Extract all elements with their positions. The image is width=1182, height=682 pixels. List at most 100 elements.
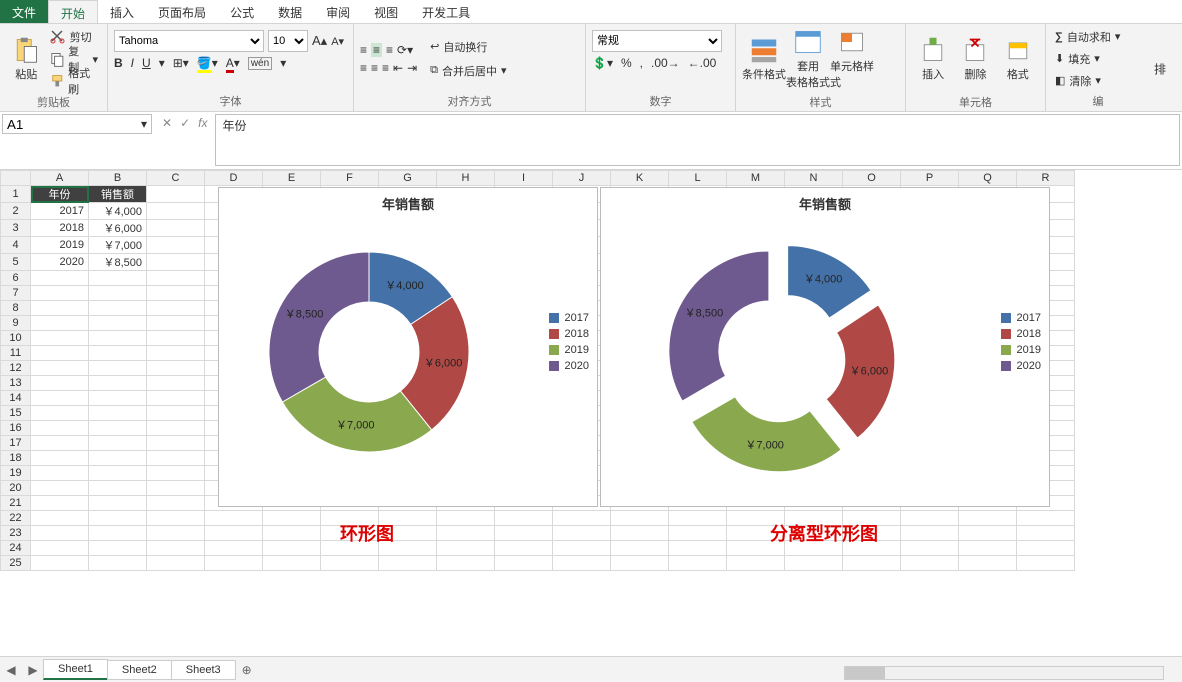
row-header[interactable]: 2	[1, 203, 31, 220]
border-button[interactable]: ⊞▾	[173, 56, 189, 70]
orientation-icon[interactable]: ⟳▾	[397, 43, 413, 57]
cell[interactable]	[89, 541, 147, 556]
sheet-nav-prev[interactable]: ◀	[0, 663, 22, 677]
menu-tab-view[interactable]: 视图	[362, 0, 410, 23]
cell[interactable]	[89, 301, 147, 316]
cell[interactable]	[89, 511, 147, 526]
cell[interactable]	[495, 511, 553, 526]
cell[interactable]	[147, 301, 205, 316]
number-format-select[interactable]: 常规	[592, 30, 722, 52]
insert-cells-button[interactable]: 插入	[912, 26, 954, 92]
cell[interactable]	[495, 541, 553, 556]
cell[interactable]	[31, 466, 89, 481]
cell[interactable]	[31, 346, 89, 361]
cell[interactable]	[31, 271, 89, 286]
name-box-input[interactable]	[7, 117, 141, 132]
align-bottom-icon[interactable]: ≡	[386, 43, 393, 57]
cell[interactable]	[437, 541, 495, 556]
accept-entry-icon[interactable]: ✓	[180, 116, 190, 130]
menu-tab-home[interactable]: 开始	[48, 0, 98, 23]
col-header[interactable]: I	[495, 171, 553, 186]
cell[interactable]	[89, 406, 147, 421]
col-header[interactable]: H	[437, 171, 495, 186]
menu-tab-dev[interactable]: 开发工具	[410, 0, 482, 23]
dec-decimal-button[interactable]: ←.00	[688, 56, 717, 70]
row-header[interactable]: 20	[1, 481, 31, 496]
cell[interactable]	[89, 526, 147, 541]
cell[interactable]	[901, 526, 959, 541]
cell[interactable]	[89, 421, 147, 436]
grow-font-icon[interactable]: A▴	[312, 33, 327, 49]
row-header[interactable]: 16	[1, 421, 31, 436]
cell[interactable]	[147, 496, 205, 511]
cell[interactable]	[611, 556, 669, 571]
cell[interactable]	[379, 556, 437, 571]
row-header[interactable]: 4	[1, 237, 31, 254]
font-color-button[interactable]: A▾	[226, 56, 240, 70]
cell[interactable]	[31, 481, 89, 496]
comma-button[interactable]: ,	[640, 56, 643, 70]
cell[interactable]	[205, 526, 263, 541]
cell[interactable]: 2020	[31, 254, 89, 271]
cell[interactable]	[959, 541, 1017, 556]
cell[interactable]	[959, 511, 1017, 526]
cell[interactable]	[553, 556, 611, 571]
cell[interactable]	[89, 286, 147, 301]
col-header[interactable]: B	[89, 171, 147, 186]
row-header[interactable]: 11	[1, 346, 31, 361]
row-header[interactable]: 15	[1, 406, 31, 421]
cell[interactable]	[147, 481, 205, 496]
cell[interactable]	[263, 526, 321, 541]
col-header[interactable]: O	[843, 171, 901, 186]
cell[interactable]	[147, 451, 205, 466]
cell[interactable]	[31, 526, 89, 541]
row-header[interactable]: 8	[1, 301, 31, 316]
underline-button[interactable]: U	[142, 56, 151, 70]
row-header[interactable]: 13	[1, 376, 31, 391]
row-header[interactable]: 9	[1, 316, 31, 331]
cell[interactable]	[31, 451, 89, 466]
cell[interactable]	[263, 511, 321, 526]
cell[interactable]	[89, 316, 147, 331]
paste-button[interactable]: 粘贴	[6, 26, 47, 92]
row-header[interactable]: 3	[1, 220, 31, 237]
row-header[interactable]: 12	[1, 361, 31, 376]
cell[interactable]	[147, 186, 205, 203]
menu-tab-insert[interactable]: 插入	[98, 0, 146, 23]
cell[interactable]	[147, 316, 205, 331]
cell[interactable]	[1017, 541, 1075, 556]
cell[interactable]	[205, 541, 263, 556]
align-right-icon[interactable]: ≡	[382, 61, 389, 75]
col-header[interactable]: N	[785, 171, 843, 186]
row-header[interactable]: 10	[1, 331, 31, 346]
cell[interactable]	[553, 526, 611, 541]
conditional-format-button[interactable]: 条件格式	[742, 26, 786, 92]
menu-file[interactable]: 文件	[0, 0, 48, 23]
cell[interactable]	[147, 376, 205, 391]
cell[interactable]	[89, 556, 147, 571]
col-header[interactable]: A	[31, 171, 89, 186]
cell[interactable]	[785, 556, 843, 571]
row-header[interactable]: 17	[1, 436, 31, 451]
cell[interactable]	[31, 316, 89, 331]
align-middle-icon[interactable]: ≡	[371, 43, 382, 57]
cell[interactable]	[147, 436, 205, 451]
cell[interactable]	[147, 511, 205, 526]
sheet-tab[interactable]: Sheet2	[107, 660, 172, 680]
row-header[interactable]: 25	[1, 556, 31, 571]
cell[interactable]	[31, 541, 89, 556]
row-header[interactable]: 24	[1, 541, 31, 556]
cell[interactable]	[31, 436, 89, 451]
col-header[interactable]: G	[379, 171, 437, 186]
col-header[interactable]: K	[611, 171, 669, 186]
col-header[interactable]: J	[553, 171, 611, 186]
table-format-button[interactable]: 套用 表格格式	[786, 26, 830, 92]
cell[interactable]	[89, 331, 147, 346]
inc-decimal-button[interactable]: .00→	[651, 56, 680, 70]
cell[interactable]	[31, 391, 89, 406]
bold-button[interactable]: B	[114, 56, 123, 70]
cell[interactable]: ￥8,500	[89, 254, 147, 271]
cell[interactable]	[669, 526, 727, 541]
cell[interactable]	[901, 556, 959, 571]
cell[interactable]	[89, 361, 147, 376]
